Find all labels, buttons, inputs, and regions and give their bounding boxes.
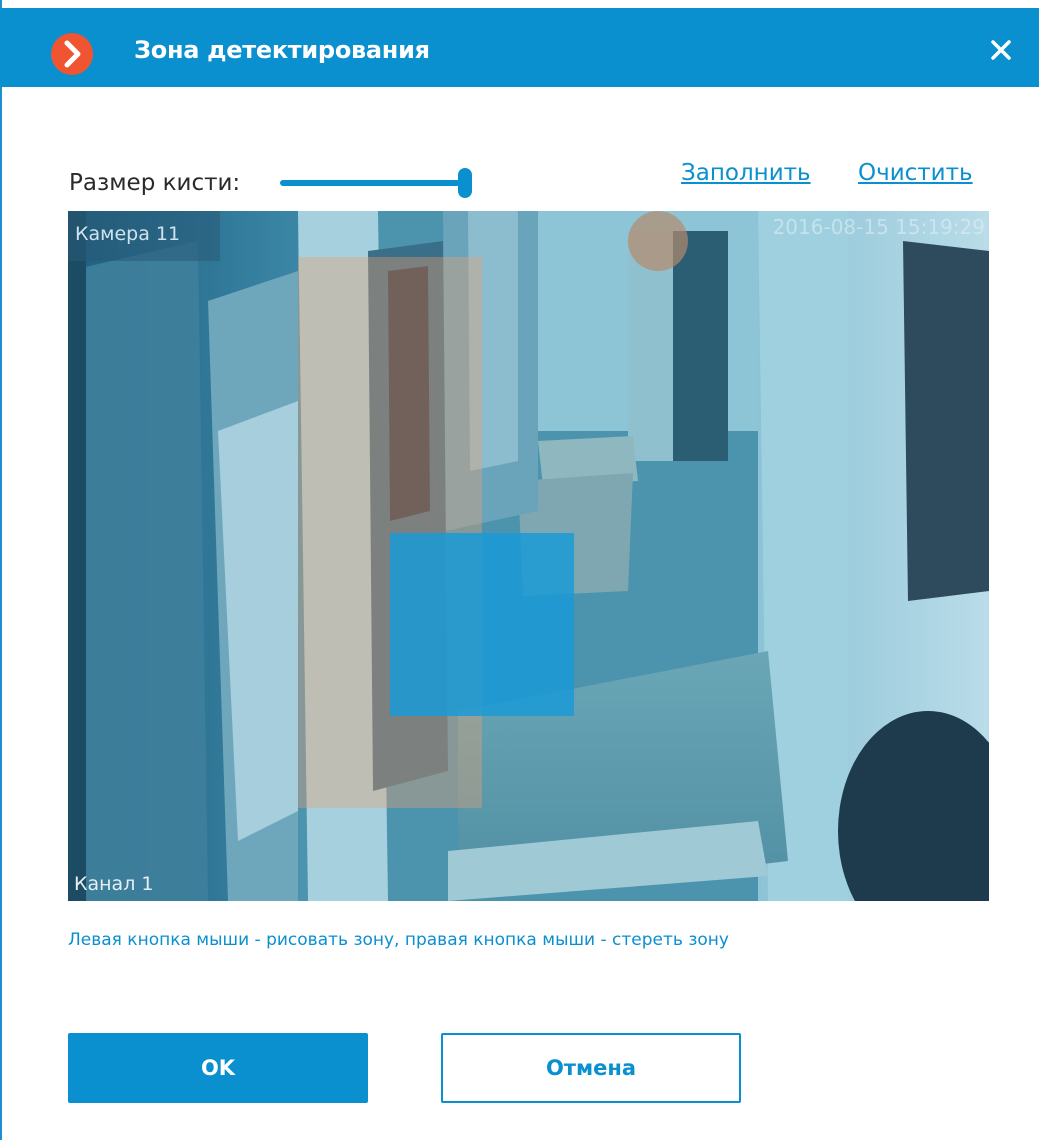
title-bar: Зона детектирования <box>0 8 1039 87</box>
detection-zone-area <box>390 533 574 716</box>
ok-button[interactable]: OK <box>68 1033 368 1103</box>
dialog-title: Зона детектирования <box>134 36 430 64</box>
brush-size-label: Размер кисти: <box>69 170 241 196</box>
camera-label: Камера 11 <box>68 211 220 261</box>
close-icon[interactable] <box>988 37 1014 63</box>
detection-zone-dialog: Зона детектирования Размер кисти: Заполн… <box>0 0 1039 1140</box>
brush-size-slider[interactable] <box>280 168 475 198</box>
camera-image <box>68 211 989 901</box>
channel-label: Канал 1 <box>74 873 154 895</box>
slider-track[interactable] <box>280 180 460 186</box>
slider-thumb[interactable] <box>458 168 472 198</box>
camera-view[interactable]: Камера 11 2016-08-15 15:19:29 Канал 1 <box>68 211 989 901</box>
clear-link[interactable]: Очистить <box>858 160 973 186</box>
camera-name: Камера 11 <box>75 223 181 245</box>
cancel-button[interactable]: Отмена <box>441 1033 741 1103</box>
fill-link[interactable]: Заполнить <box>681 160 811 186</box>
mouse-hint: Левая кнопка мыши - рисовать зону, права… <box>68 930 729 950</box>
detection-zone-area <box>298 257 482 808</box>
chevron-right-icon <box>51 33 93 75</box>
timestamp: 2016-08-15 15:19:29 <box>772 215 985 239</box>
